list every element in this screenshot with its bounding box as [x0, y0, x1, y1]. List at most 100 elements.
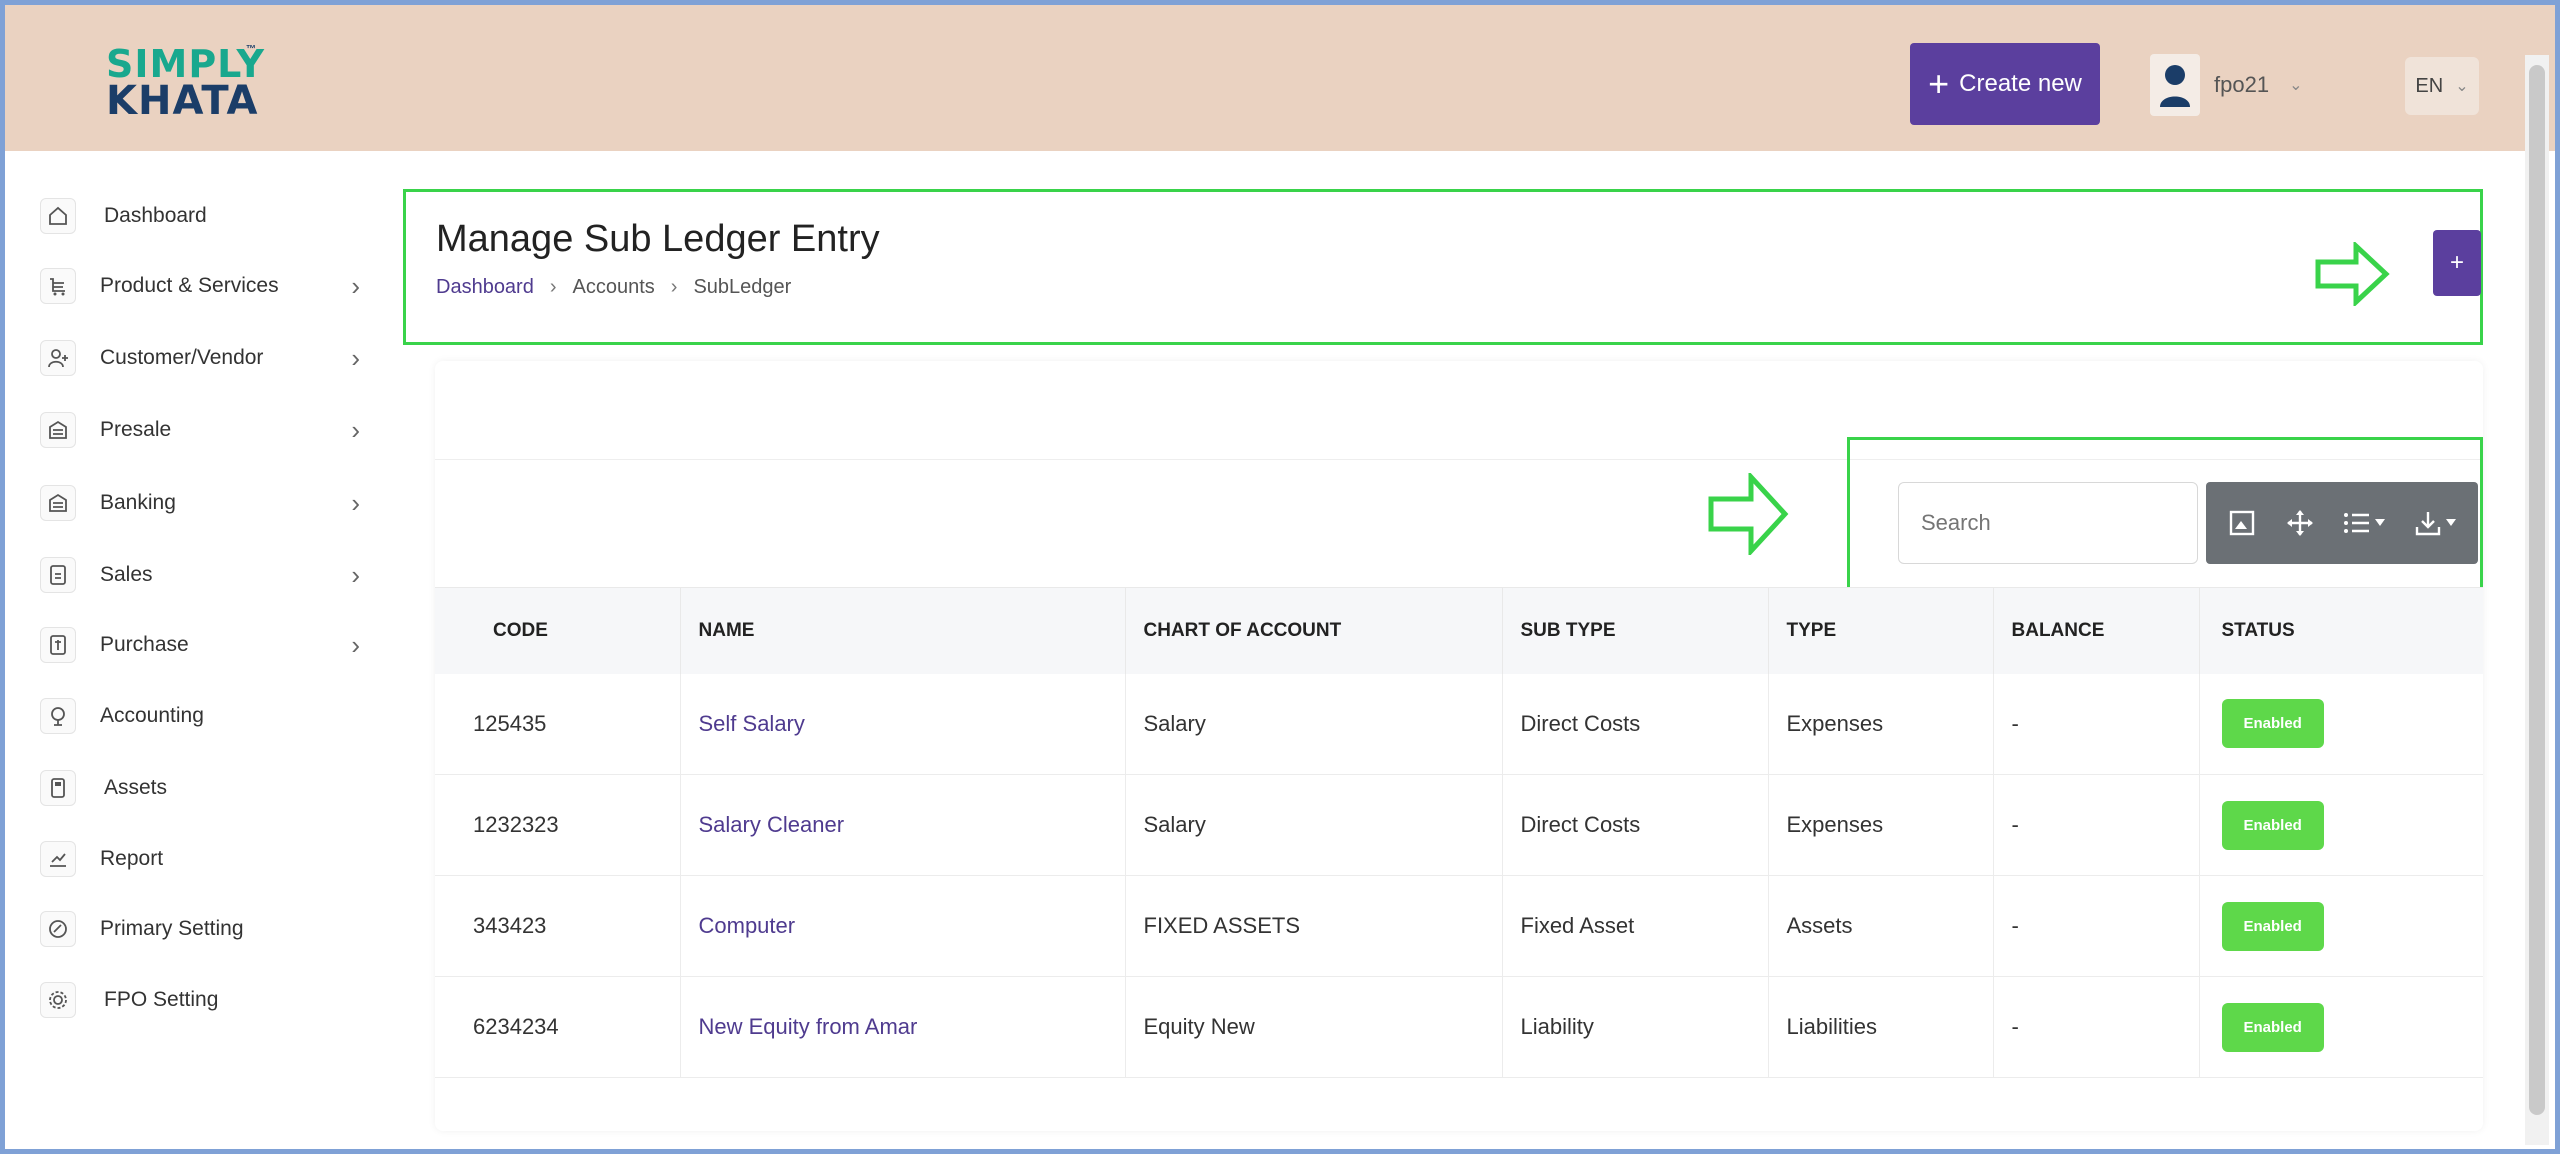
fullscreen-button[interactable]	[2285, 508, 2315, 538]
sidebar-item-banking[interactable]: Banking ›	[40, 478, 360, 528]
breadcrumb-subledger: SubLedger	[693, 276, 792, 298]
table-toolbar	[2206, 482, 2478, 564]
table-header-row: CODE NAME CHART OF ACCOUNT SUB TYPE TYPE…	[435, 587, 2483, 674]
cell-name-link[interactable]: Computer	[680, 875, 1126, 977]
language-selector[interactable]: EN ⌄	[2405, 57, 2479, 115]
callout-arrow-icon	[2315, 242, 2390, 306]
sidebar-item-label: FPO Setting	[104, 988, 219, 1011]
simply-khata-logo[interactable]: SIMPLY ™ KHATA	[100, 40, 270, 124]
create-new-label: Create new	[1959, 70, 2082, 97]
user-icon	[2160, 65, 2190, 107]
table-row[interactable]: 6234234 New Equity from Amar Equity New …	[435, 976, 2483, 1078]
sidebar-item-assets[interactable]: Assets	[40, 763, 360, 813]
cell-type: Assets	[1768, 875, 1994, 977]
report-icon	[40, 841, 76, 877]
vertical-scrollbar[interactable]	[2525, 55, 2549, 1145]
sidebar-item-label: Dashboard	[104, 204, 207, 227]
table-tools-highlight	[1847, 437, 2483, 591]
bank-icon	[40, 485, 76, 521]
cell-name-link[interactable]: New Equity from Amar	[680, 976, 1126, 1078]
cell-sub-type: Direct Costs	[1502, 774, 1769, 876]
sidebar-item-presale[interactable]: Presale ›	[40, 405, 360, 455]
chevron-right-icon: ›	[351, 342, 360, 373]
cell-name-link[interactable]: Self Salary	[680, 673, 1126, 775]
cell-name-link[interactable]: Salary Cleaner	[680, 774, 1126, 876]
sidebar-item-label: Report	[100, 847, 164, 870]
column-header-code[interactable]: CODE	[435, 587, 681, 674]
sidebar-item-label: Sales	[100, 563, 153, 586]
columns-button[interactable]	[2343, 511, 2386, 535]
cell-status: Enabled	[2199, 976, 2483, 1078]
column-header-sub-type[interactable]: SUB TYPE	[1502, 587, 1769, 674]
column-header-status[interactable]: STATUS	[2199, 587, 2483, 674]
sidebar-item-product-services[interactable]: Product & Services ›	[40, 261, 360, 311]
sidebar-item-label: Product & Services	[100, 274, 279, 297]
cell-balance: -	[1993, 976, 2200, 1078]
search-input[interactable]	[1898, 482, 2198, 564]
cell-sub-type: Liability	[1502, 976, 1769, 1078]
export-button[interactable]	[2414, 509, 2456, 537]
sidebar: Dashboard Product & Services › Customer/…	[5, 151, 395, 1149]
column-header-name[interactable]: NAME	[680, 587, 1126, 674]
chevron-right-icon: ›	[351, 629, 360, 660]
caret-down-icon	[2375, 519, 2386, 526]
chevron-right-icon: ›	[351, 559, 360, 590]
cell-balance: -	[1993, 774, 2200, 876]
sidebar-item-label: Assets	[104, 776, 168, 799]
chevron-right-icon: ›	[351, 487, 360, 518]
table-row[interactable]: 1232323 Salary Cleaner Salary Direct Cos…	[435, 774, 2483, 876]
add-sub-ledger-button[interactable]: +	[2433, 230, 2481, 296]
cell-chart-of-account: Salary	[1125, 774, 1503, 876]
status-badge[interactable]: Enabled	[2221, 699, 2324, 749]
sidebar-item-accounting[interactable]: Accounting	[40, 691, 360, 741]
create-new-button[interactable]: + Create new	[1910, 43, 2100, 125]
user-menu[interactable]: fpo21 ⌄	[2150, 50, 2302, 120]
sidebar-item-fpo-setting[interactable]: FPO Setting	[40, 975, 360, 1025]
sidebar-item-dashboard[interactable]: Dashboard	[40, 191, 360, 241]
sidebar-item-sales[interactable]: Sales ›	[40, 550, 360, 600]
sidebar-item-customer-vendor[interactable]: Customer/Vendor ›	[40, 333, 360, 383]
sidebar-item-primary-setting[interactable]: Primary Setting	[40, 904, 360, 954]
logo-trademark: ™	[246, 44, 256, 55]
breadcrumb-dashboard[interactable]: Dashboard	[436, 276, 534, 299]
plus-icon: +	[2449, 249, 2464, 276]
status-badge[interactable]: Enabled	[2221, 901, 2324, 951]
cell-balance: -	[1993, 875, 2200, 977]
toggle-view-button[interactable]	[2228, 509, 2256, 537]
caret-down-icon	[2445, 519, 2456, 526]
cell-code: 125435	[435, 673, 681, 775]
breadcrumb: Dashboard › Accounts › SubLedger	[436, 276, 791, 299]
column-header-type[interactable]: TYPE	[1768, 587, 1994, 674]
chevron-right-icon: ›	[351, 270, 360, 301]
breadcrumb-separator: ›	[670, 276, 678, 298]
sidebar-item-report[interactable]: Report	[40, 834, 360, 884]
user-plus-icon	[40, 340, 76, 376]
cart-icon	[40, 268, 76, 304]
cell-status: Enabled	[2199, 875, 2483, 977]
cell-code: 1232323	[435, 774, 681, 876]
table-row[interactable]: 343423 Computer FIXED ASSETS Fixed Asset…	[435, 875, 2483, 977]
cell-type: Expenses	[1768, 673, 1994, 775]
cell-type: Expenses	[1768, 774, 1994, 876]
user-name: fpo21	[2214, 72, 2270, 97]
sidebar-item-purchase[interactable]: Purchase ›	[40, 620, 360, 670]
move-arrows-icon	[2286, 510, 2313, 536]
cell-type: Liabilities	[1768, 976, 1994, 1078]
language-label: EN	[2415, 74, 2444, 97]
callout-arrow-icon	[1708, 473, 1789, 555]
accounting-icon	[40, 698, 76, 734]
cell-status: Enabled	[2199, 774, 2483, 876]
cell-chart-of-account: FIXED ASSETS	[1125, 875, 1503, 977]
image-icon	[2230, 510, 2255, 536]
cell-code: 6234234	[435, 976, 681, 1078]
cell-sub-type: Fixed Asset	[1502, 875, 1769, 977]
logo-line-2: KHATA	[106, 78, 259, 124]
column-header-balance[interactable]: BALANCE	[1993, 587, 2200, 674]
sidebar-item-label: Purchase	[100, 633, 189, 656]
breadcrumb-accounts[interactable]: Accounts	[573, 276, 655, 299]
status-badge[interactable]: Enabled	[2221, 800, 2324, 850]
scrollbar-thumb[interactable]	[2529, 65, 2545, 1115]
table-row[interactable]: 125435 Self Salary Salary Direct Costs E…	[435, 673, 2483, 775]
column-header-chart-of-account[interactable]: CHART OF ACCOUNT	[1125, 587, 1503, 674]
status-badge[interactable]: Enabled	[2221, 1002, 2324, 1052]
